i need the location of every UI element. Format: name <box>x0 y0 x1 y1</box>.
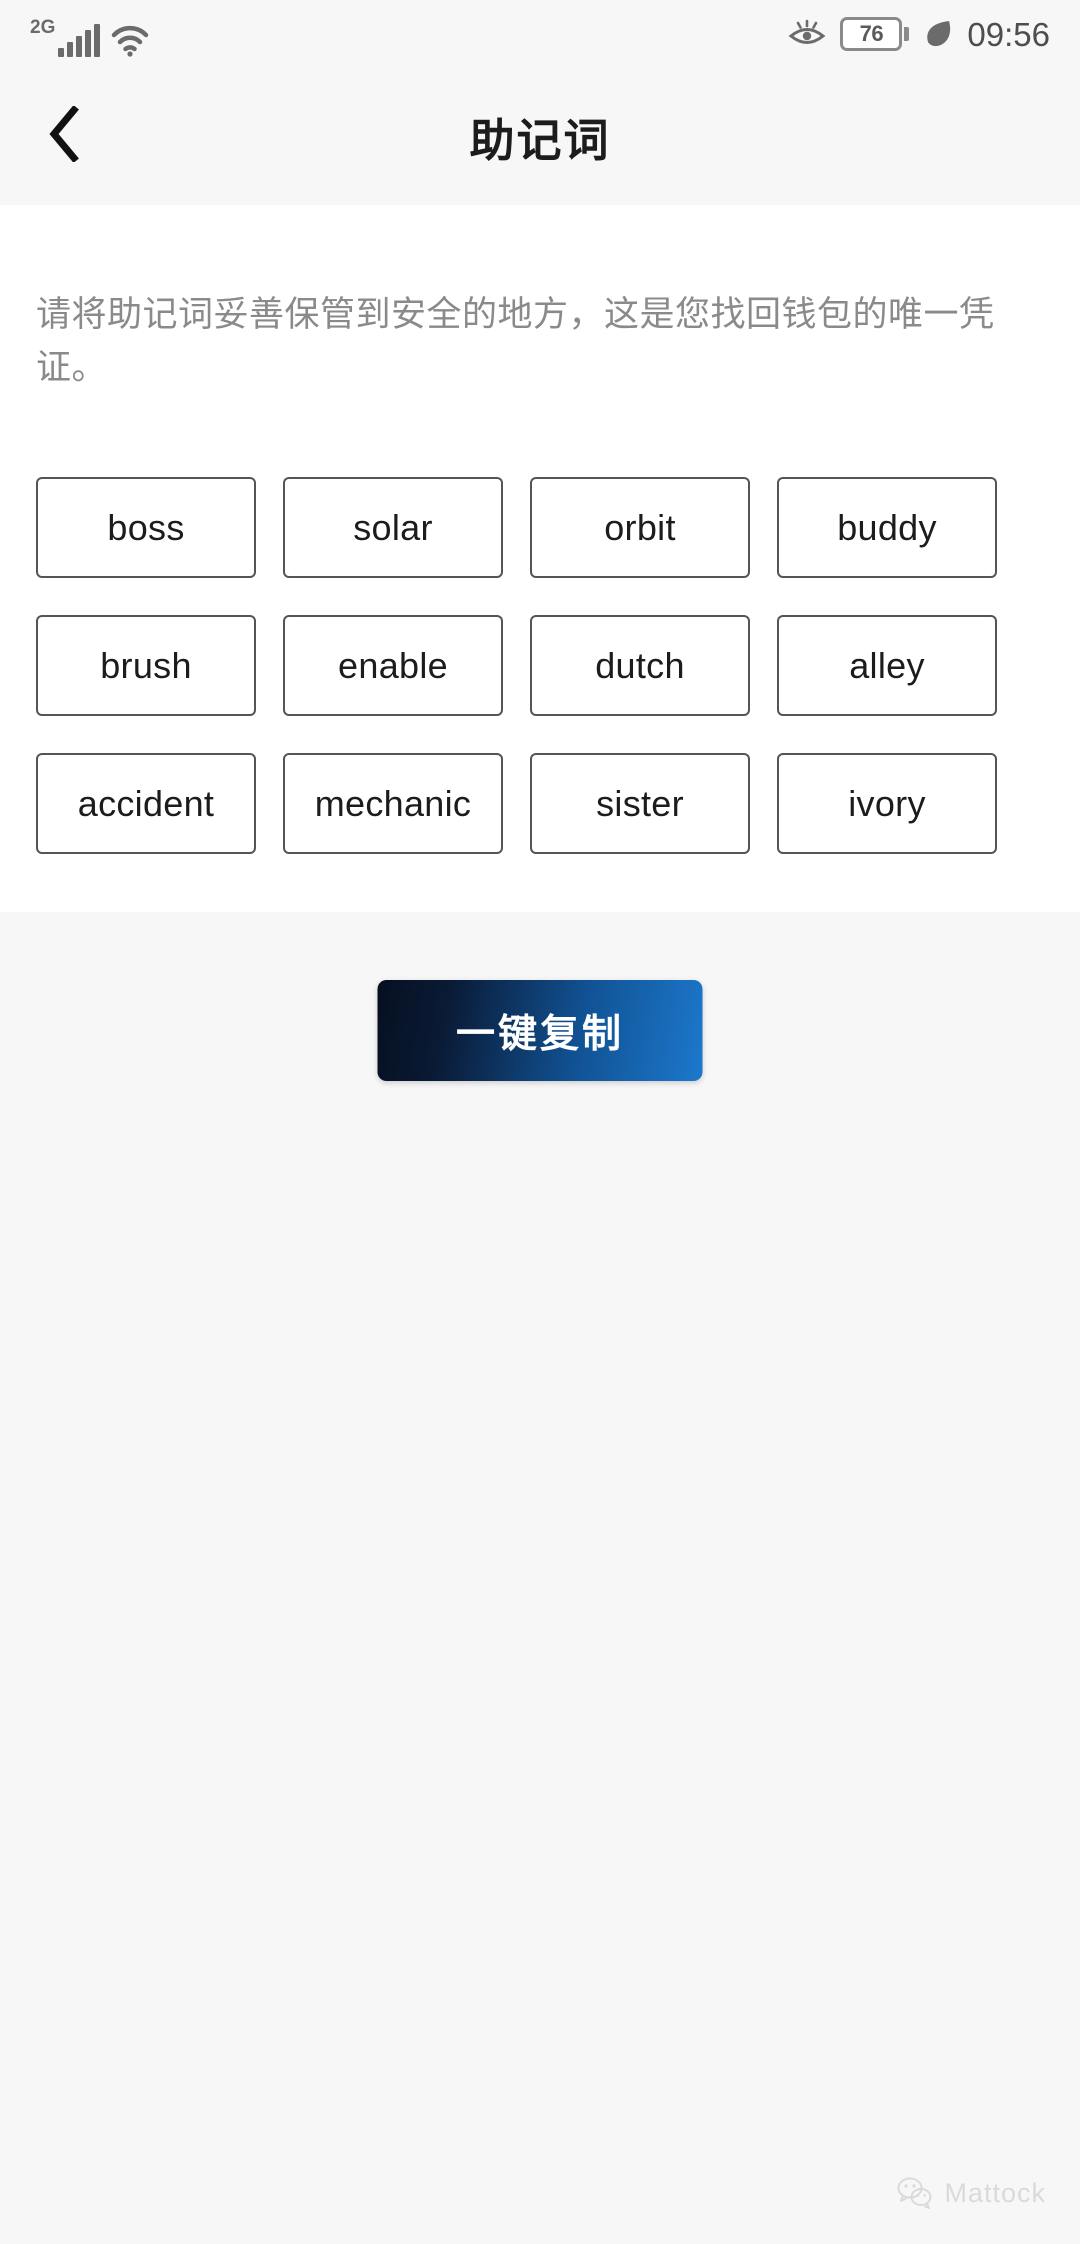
mnemonic-content-card: 请将助记词妥善保管到安全的地方，这是您找回钱包的唯一凭证。 boss solar… <box>0 205 1080 912</box>
title-bar: 助记词 <box>0 68 1080 205</box>
battery-indicator: 76 <box>840 17 910 51</box>
mnemonic-word-cell[interactable]: brush <box>36 615 256 716</box>
action-area: 一键复制 <box>0 912 1080 2244</box>
mnemonic-word-cell[interactable]: sister <box>530 753 750 854</box>
mnemonic-word-grid: boss solar orbit buddy brush enable dutc… <box>36 477 1044 854</box>
wifi-icon <box>110 23 150 57</box>
page-title: 助记词 <box>469 115 611 166</box>
watermark: Mattock <box>896 2176 1046 2210</box>
mnemonic-word-cell[interactable]: dutch <box>530 615 750 716</box>
copy-all-button[interactable]: 一键复制 <box>377 980 703 1081</box>
battery-level-label: 76 <box>859 21 884 46</box>
mnemonic-word-cell[interactable]: buddy <box>777 477 997 578</box>
mnemonic-word-cell[interactable]: orbit <box>530 477 750 578</box>
eye-comfort-icon <box>788 19 826 49</box>
status-bar-right: 76 09:56 <box>788 17 1050 51</box>
status-bar-left: 2G <box>30 11 150 57</box>
mnemonic-description: 请将助记词妥善保管到安全的地方，这是您找回钱包的唯一凭证。 <box>36 295 995 387</box>
battery-body: 76 <box>840 17 903 51</box>
watermark-label: Mattock <box>944 2177 1046 2208</box>
network-status-group: 2G <box>30 17 101 57</box>
signal-bars-icon <box>58 23 101 57</box>
mnemonic-word-cell[interactable]: alley <box>777 615 997 716</box>
mnemonic-word-cell[interactable]: accident <box>36 753 256 854</box>
mnemonic-word-cell[interactable]: enable <box>283 615 503 716</box>
wechat-icon <box>896 2176 934 2210</box>
battery-cap <box>904 27 910 41</box>
leaf-icon <box>923 18 953 50</box>
status-bar: 2G 76 09:56 <box>0 0 1080 68</box>
chevron-left-icon <box>47 105 81 167</box>
back-button[interactable] <box>22 95 106 179</box>
mnemonic-word-cell[interactable]: boss <box>36 477 256 578</box>
mnemonic-phrase-screen: 2G 76 09:56 助记词 请将助记词妥善保管到安全的地方，这是您找回钱包的… <box>0 0 1080 2244</box>
mnemonic-word-cell[interactable]: solar <box>283 477 503 578</box>
mnemonic-word-cell[interactable]: mechanic <box>283 753 503 854</box>
network-type-label: 2G <box>30 17 56 38</box>
clock-label: 09:56 <box>967 15 1050 53</box>
mnemonic-word-cell[interactable]: ivory <box>777 753 997 854</box>
